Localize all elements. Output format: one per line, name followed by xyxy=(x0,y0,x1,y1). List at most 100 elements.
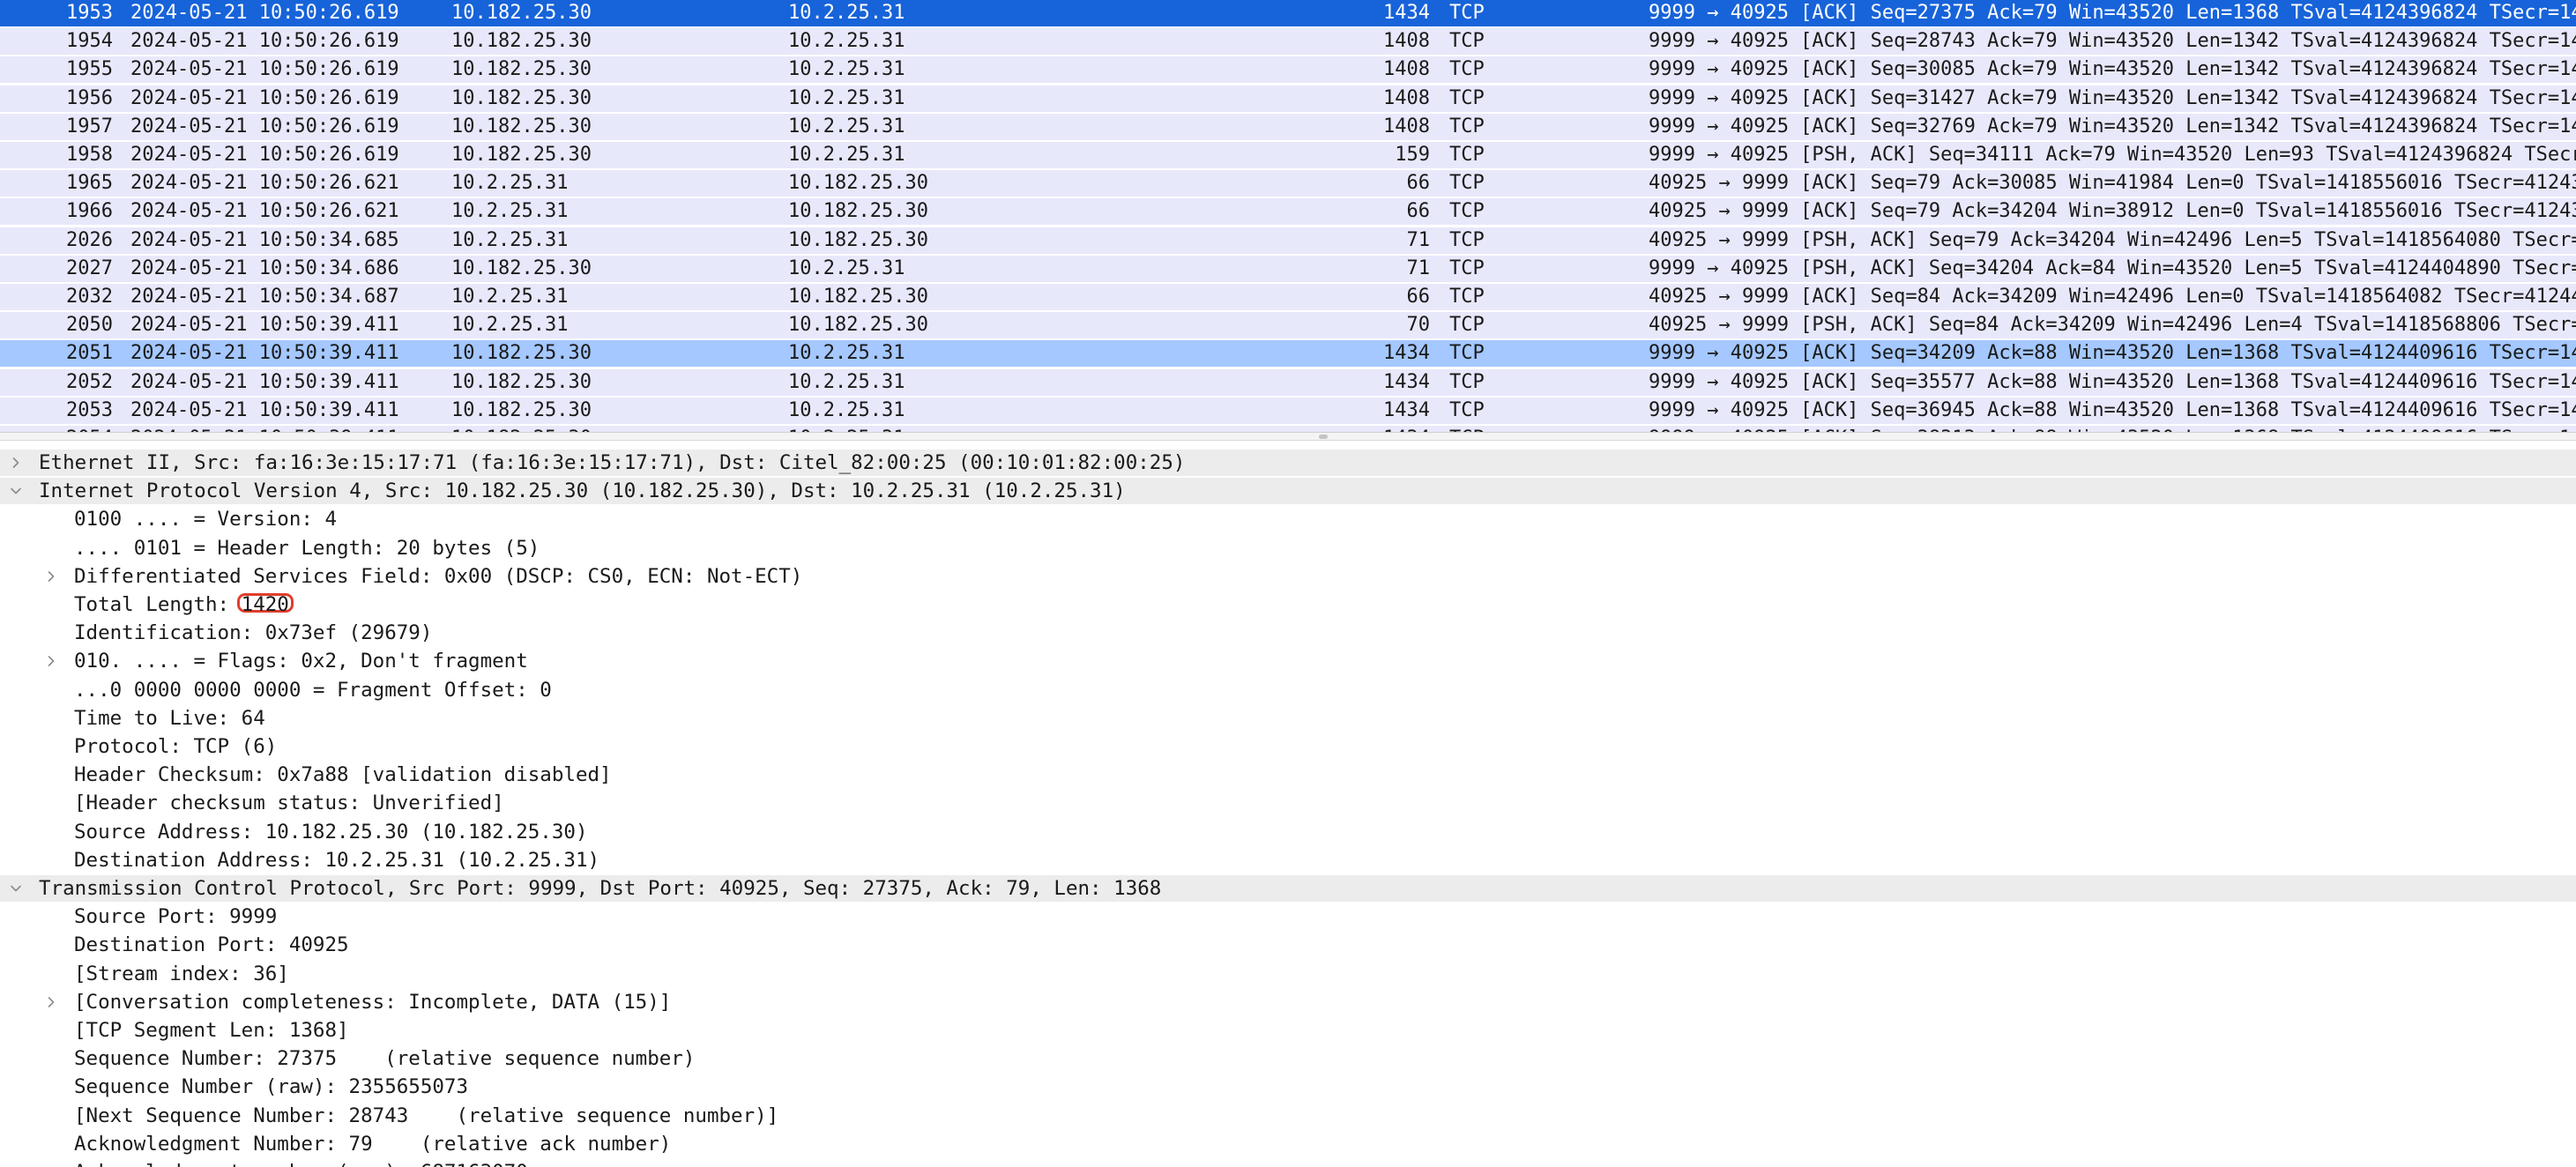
packet-protocol: TCP xyxy=(1449,115,1485,138)
packet-source: 10.182.25.30 xyxy=(451,342,592,365)
field-label: Time to Live: 64 xyxy=(74,706,265,730)
protocol-tree-field[interactable]: Source Port: 9999 xyxy=(0,903,2576,930)
packet-time: 2024-05-21 10:50:26.619 xyxy=(130,86,399,109)
packet-row[interactable]: 1965 2024-05-21 10:50:26.621 10.2.25.31 10.… xyxy=(0,170,2576,197)
field-label: Sequence Number (raw): 2355655073 xyxy=(74,1075,469,1099)
packet-row[interactable]: 1966 2024-05-21 10:50:26.621 10.2.25.31 10.… xyxy=(0,198,2576,226)
protocol-tree-field[interactable]: Acknowledgment number (raw): 687163070 xyxy=(0,1159,2576,1167)
packet-number: 2050 xyxy=(66,314,113,337)
protocol-tree-field[interactable]: Header Checksum: 0x7a88 [validation disa… xyxy=(0,762,2576,788)
protocol-tree-field[interactable]: Total Length: 1420 xyxy=(0,591,2576,618)
field-text: [TCP Segment Len: 1368] xyxy=(74,1017,349,1044)
packet-row[interactable]: 1956 2024-05-21 10:50:26.619 10.182.25.30 1… xyxy=(0,85,2576,112)
protocol-tree-field[interactable]: Sequence Number: 27375 (relative sequenc… xyxy=(0,1045,2576,1072)
field-text: Identification: 0x73ef (29679) xyxy=(74,620,432,646)
packet-details-tree[interactable]: Ethernet II, Src: fa:16:3e:15:17:71 (fa:… xyxy=(0,450,2576,1167)
packet-number: 1966 xyxy=(66,200,113,223)
field-text: Transmission Control Protocol, Src Port:… xyxy=(39,875,1161,902)
protocol-tree-field[interactable]: [TCP Segment Len: 1368] xyxy=(0,1017,2576,1044)
packet-time: 2024-05-21 10:50:39.411 xyxy=(130,398,399,421)
protocol-tree-header[interactable]: Ethernet II, Src: fa:16:3e:15:17:71 (fa:… xyxy=(0,450,2576,476)
protocol-tree-field[interactable]: Time to Live: 64 xyxy=(0,705,2576,732)
protocol-tree-field[interactable]: 0100 .... = Version: 4 xyxy=(0,506,2576,532)
packet-time: 2024-05-21 10:50:26.621 xyxy=(130,200,399,223)
packet-length: 1434 xyxy=(1383,2,1430,24)
chevron-right-icon[interactable] xyxy=(42,989,60,1015)
packet-row[interactable]: 2027 2024-05-21 10:50:34.686 10.182.25.30 1… xyxy=(0,255,2576,282)
packet-source: 10.2.25.31 xyxy=(451,314,569,337)
field-label: Destination Port: 40925 xyxy=(74,933,349,957)
field-text: Total Length: 1420 xyxy=(74,591,294,618)
protocol-tree-field[interactable]: .... 0101 = Header Length: 20 bytes (5) xyxy=(0,535,2576,561)
protocol-tree-field[interactable]: [Stream index: 36] xyxy=(0,961,2576,987)
field-label: Acknowledgment number (raw): 687163070 xyxy=(74,1161,528,1167)
packet-row[interactable]: 2050 2024-05-21 10:50:39.411 10.2.25.31 10.… xyxy=(0,312,2576,339)
chevron-right-icon[interactable] xyxy=(42,563,60,590)
chevron-down-icon[interactable] xyxy=(7,875,25,902)
packet-protocol: TCP xyxy=(1449,342,1485,365)
chevron-right-icon[interactable] xyxy=(42,648,60,674)
pane-splitter[interactable] xyxy=(0,432,2576,441)
packet-row[interactable]: 2026 2024-05-21 10:50:34.685 10.2.25.31 10.… xyxy=(0,227,2576,254)
packet-row[interactable]: 1954 2024-05-21 10:50:26.619 10.182.25.30 1… xyxy=(0,28,2576,56)
field-label: Total Length: xyxy=(74,593,242,616)
field-label: Destination Address: 10.2.25.31 (10.2.25… xyxy=(74,848,600,872)
protocol-tree-header[interactable]: Transmission Control Protocol, Src Port:… xyxy=(0,875,2576,902)
field-label: [Stream index: 36] xyxy=(74,962,289,985)
packet-number: 2051 xyxy=(66,342,113,365)
packet-row[interactable]: 1958 2024-05-21 10:50:26.619 10.182.25.30 1… xyxy=(0,142,2576,168)
packet-list[interactable]: 1953 2024-05-21 10:50:26.619 10.182.25.30 1… xyxy=(0,0,2576,432)
packet-length: 1408 xyxy=(1383,58,1430,81)
packet-row[interactable]: 1955 2024-05-21 10:50:26.619 10.182.25.30 1… xyxy=(0,56,2576,84)
packet-row[interactable]: 2053 2024-05-21 10:50:39.411 10.182.25.30 1… xyxy=(0,397,2576,424)
packet-time: 2024-05-21 10:50:34.685 xyxy=(130,228,399,251)
field-text: Source Port: 9999 xyxy=(74,903,277,930)
field-text: 0100 .... = Version: 4 xyxy=(74,506,337,532)
packet-source: 10.182.25.30 xyxy=(451,30,592,53)
packet-time: 2024-05-21 10:50:34.686 xyxy=(130,256,399,279)
chevron-right-icon[interactable] xyxy=(7,450,25,476)
packet-protocol: TCP xyxy=(1449,86,1485,109)
protocol-tree-field[interactable]: Destination Address: 10.2.25.31 (10.2.25… xyxy=(0,847,2576,873)
chevron-down-icon[interactable] xyxy=(7,478,25,504)
packet-time: 2024-05-21 10:50:39.411 xyxy=(130,314,399,337)
protocol-tree-field[interactable]: [Header checksum status: Unverified] xyxy=(0,790,2576,816)
packet-source: 10.182.25.30 xyxy=(451,115,592,138)
protocol-tree-field[interactable]: Destination Port: 40925 xyxy=(0,932,2576,958)
packet-number: 2027 xyxy=(66,256,113,279)
protocol-tree-field[interactable]: Acknowledgment Number: 79 (relative ack … xyxy=(0,1131,2576,1157)
field-label: Identification: 0x73ef (29679) xyxy=(74,621,433,645)
protocol-tree-field[interactable]: Sequence Number (raw): 2355655073 xyxy=(0,1074,2576,1100)
packet-destination: 10.2.25.31 xyxy=(788,398,905,421)
field-label: Acknowledgment Number: 79 (relative ack … xyxy=(74,1132,672,1156)
field-label: Source Port: 9999 xyxy=(74,905,278,929)
field-text: Ethernet II, Src: fa:16:3e:15:17:71 (fa:… xyxy=(39,450,1185,476)
packet-time: 2024-05-21 10:50:39.411 xyxy=(130,342,399,365)
packet-length: 71 xyxy=(1406,228,1431,251)
packet-length: 159 xyxy=(1395,144,1430,166)
packet-row[interactable]: 2052 2024-05-21 10:50:39.411 10.182.25.30 1… xyxy=(0,368,2576,396)
protocol-tree-field[interactable]: ...0 0000 0000 0000 = Fragment Offset: 0 xyxy=(0,677,2576,703)
protocol-tree-header[interactable]: Internet Protocol Version 4, Src: 10.182… xyxy=(0,478,2576,505)
packet-row[interactable]: 2054 2024-05-21 10:50:39.411 10.182.25.30 1… xyxy=(0,426,2576,432)
protocol-tree-field[interactable]: [Conversation completeness: Incomplete, … xyxy=(0,989,2576,1015)
packet-number: 1955 xyxy=(66,58,113,81)
packet-length: 1434 xyxy=(1383,342,1430,365)
packet-row[interactable]: 1953 2024-05-21 10:50:26.619 10.182.25.30 1… xyxy=(0,0,2576,26)
packet-source: 10.182.25.30 xyxy=(451,86,592,109)
field-label: [Conversation completeness: Incomplete, … xyxy=(74,990,672,1014)
splitter-grip[interactable] xyxy=(1319,435,1328,439)
field-label: Differentiated Services Field: 0x00 (DSC… xyxy=(74,564,803,588)
protocol-tree-field[interactable]: Differentiated Services Field: 0x00 (DSC… xyxy=(0,563,2576,590)
protocol-tree-field[interactable]: Identification: 0x73ef (29679) xyxy=(0,620,2576,646)
packet-row[interactable]: 2032 2024-05-21 10:50:34.687 10.2.25.31 10.… xyxy=(0,284,2576,310)
protocol-tree-field[interactable]: [Next Sequence Number: 28743 (relative s… xyxy=(0,1103,2576,1129)
packet-row[interactable]: 2051 2024-05-21 10:50:39.411 10.182.25.30 1… xyxy=(0,340,2576,368)
protocol-tree-field[interactable]: Protocol: TCP (6) xyxy=(0,733,2576,760)
packet-length: 71 xyxy=(1406,256,1431,279)
packet-row[interactable]: 1957 2024-05-21 10:50:26.619 10.182.25.30 1… xyxy=(0,113,2576,140)
protocol-tree-field[interactable]: Source Address: 10.182.25.30 (10.182.25.… xyxy=(0,819,2576,845)
protocol-tree-field[interactable]: 010. .... = Flags: 0x2, Don't fragment xyxy=(0,648,2576,674)
packet-info: 40925 → 9999 [ACK] Seq=79 Ack=30085 Win=… xyxy=(1649,172,2576,195)
field-text: .... 0101 = Header Length: 20 bytes (5) xyxy=(74,535,540,561)
